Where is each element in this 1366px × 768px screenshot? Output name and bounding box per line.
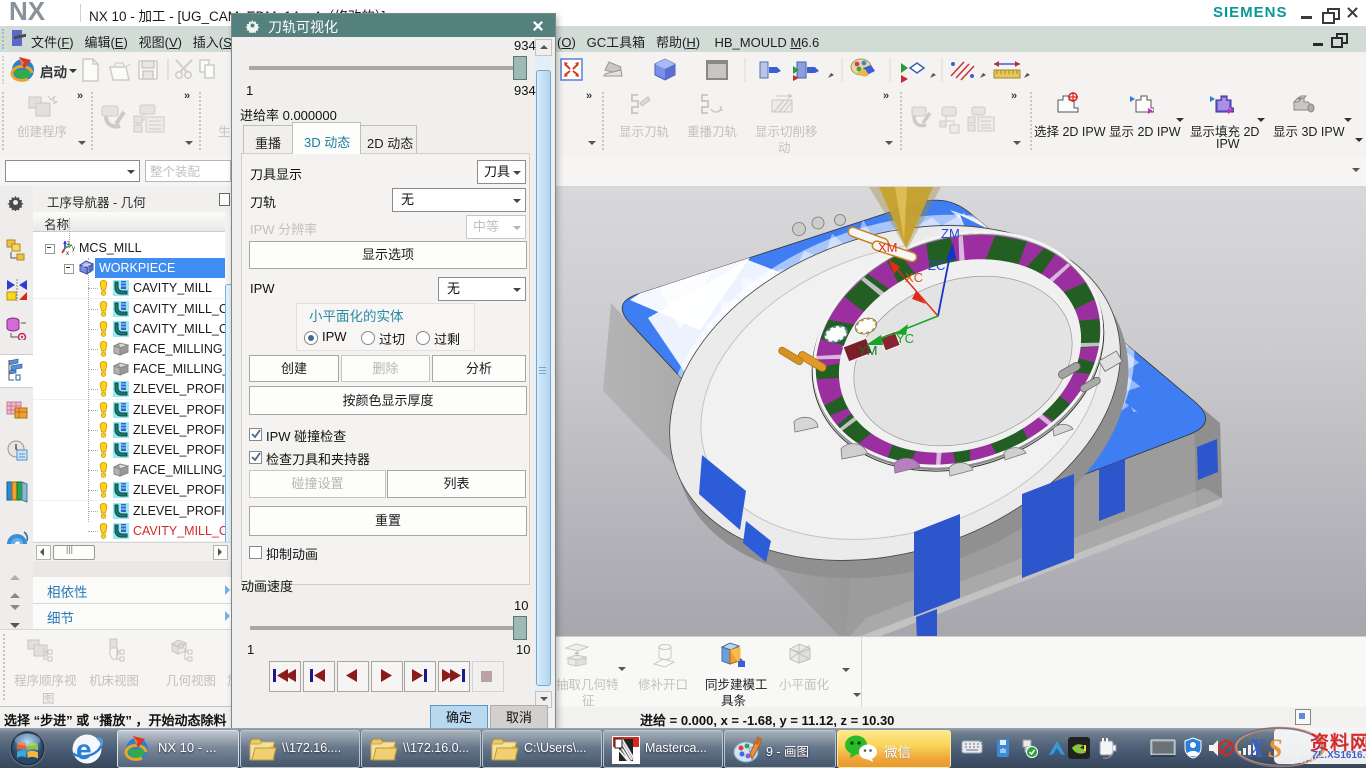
svg-text:ZM: ZM <box>941 226 960 241</box>
svg-text:ZC: ZC <box>928 258 945 273</box>
svg-text:X: X <box>1247 734 1266 763</box>
svg-text:YM: YM <box>858 343 878 358</box>
svg-text:y: y <box>72 246 75 252</box>
svg-text:x: x <box>66 251 69 256</box>
svg-text:e: e <box>76 734 92 765</box>
svg-text:XM: XM <box>878 240 898 255</box>
svg-text:YC: YC <box>896 331 914 346</box>
svg-text:XC: XC <box>905 270 923 285</box>
